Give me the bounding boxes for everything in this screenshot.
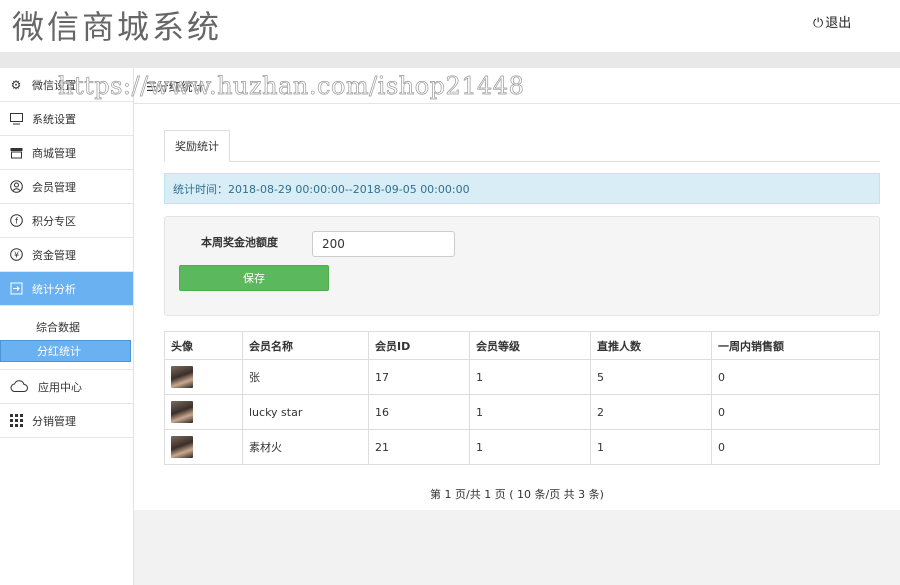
sidebar: ⚙ 微信设置 系统设置 商城管理 会员管理 f 积分专区 ¥ 资金管理 统计分析… — [0, 68, 134, 585]
member-id: 21 — [368, 429, 470, 465]
member-id: 16 — [368, 394, 470, 430]
table-row: 张 17 1 5 0 — [164, 359, 880, 395]
member-table: 头像 会员名称 会员ID 会员等级 直推人数 一周内销售额 张 17 1 5 0… — [164, 331, 880, 465]
sidebar-subitem-label: 综合数据 — [36, 321, 80, 334]
direct-referrals: 1 — [590, 429, 712, 465]
sidebar-item-app-center[interactable]: 应用中心 — [0, 370, 133, 404]
member-name: lucky star — [242, 394, 369, 430]
user-circle-icon — [9, 180, 23, 194]
yen-icon: ¥ — [9, 248, 23, 262]
sidebar-item-label: 系统设置 — [32, 112, 76, 126]
svg-text:f: f — [15, 217, 18, 226]
stat-time-alert: 统计时间：2018-08-29 00:00:00--2018-09-05 00:… — [164, 173, 880, 204]
weekly-sales: 0 — [711, 394, 880, 430]
sidebar-item-label: 微信设置 — [32, 78, 76, 92]
export-icon — [9, 282, 23, 296]
member-level: 1 — [469, 429, 591, 465]
logout-label: 退出 — [825, 16, 852, 31]
member-name: 素材火 — [242, 429, 369, 465]
member-id: 17 — [368, 359, 470, 395]
column-header: 会员名称 — [242, 331, 369, 360]
weekly-sales: 0 — [711, 429, 880, 465]
logout-button[interactable]: ⏻ 退出 — [813, 12, 851, 31]
tab-label: 奖励统计 — [175, 140, 219, 153]
svg-text:¥: ¥ — [13, 251, 18, 260]
column-header: 会员ID — [368, 331, 470, 360]
avatar — [171, 366, 193, 388]
breadcrumb-divider — [134, 103, 900, 104]
member-level: 1 — [469, 359, 591, 395]
monitor-icon — [9, 112, 23, 126]
store-icon — [9, 146, 23, 160]
member-level: 1 — [469, 394, 591, 430]
menu-icon: ☰ — [146, 80, 157, 94]
bonus-pool-form: 本周奖金池额度 200 保存 — [164, 216, 880, 316]
sidebar-item-fund-management[interactable]: ¥ 资金管理 — [0, 238, 133, 272]
bonus-pool-label: 本周奖金池额度 — [201, 236, 278, 249]
sidebar-item-label: 分销管理 — [32, 414, 76, 428]
top-header: 微信商城系统 ⏻ 退出 — [0, 0, 900, 52]
sidebar-item-distribution-management[interactable]: 分销管理 — [0, 404, 133, 438]
header-divider — [0, 52, 900, 68]
bonus-pool-input[interactable]: 200 — [312, 231, 455, 257]
sidebar-item-label: 应用中心 — [38, 380, 82, 394]
tab-bar: 奖励统计 — [164, 130, 880, 162]
column-header: 头像 — [164, 331, 243, 360]
table-row: lucky star 16 1 2 0 — [164, 394, 880, 430]
cloud-icon — [9, 380, 29, 394]
sidebar-subitem-dividend[interactable]: 分红统计 — [0, 340, 131, 362]
coin-icon: f — [9, 214, 23, 228]
sidebar-item-statistics[interactable]: 统计分析 — [0, 272, 133, 306]
gear-icon: ⚙ — [10, 77, 22, 92]
sidebar-item-member-management[interactable]: 会员管理 — [0, 170, 133, 204]
table-row: 素材火 21 1 1 0 — [164, 429, 880, 465]
sidebar-item-label: 会员管理 — [32, 180, 76, 194]
column-header: 一周内销售额 — [711, 331, 880, 360]
sidebar-item-wechat-settings[interactable]: ⚙ 微信设置 — [0, 68, 133, 102]
breadcrumb-label: 分红统计 — [156, 80, 205, 94]
brand-title: 微信商城系统 — [12, 8, 223, 46]
breadcrumb: ☰分红统计 — [146, 78, 205, 95]
avatar — [171, 401, 193, 423]
sidebar-item-points-zone[interactable]: f 积分专区 — [0, 204, 133, 238]
sidebar-item-label: 资金管理 — [32, 248, 76, 262]
grid-icon — [9, 414, 23, 428]
pagination-info: 第 1 页/共 1 页 ( 10 条/页 共 3 条) — [430, 488, 604, 501]
direct-referrals: 5 — [590, 359, 712, 395]
sidebar-item-system-settings[interactable]: 系统设置 — [0, 102, 133, 136]
sidebar-item-label: 积分专区 — [32, 214, 76, 228]
sidebar-item-mall-management[interactable]: 商城管理 — [0, 136, 133, 170]
content-footer-area — [134, 510, 900, 585]
column-header: 直推人数 — [590, 331, 712, 360]
avatar — [171, 436, 193, 458]
save-button[interactable]: 保存 — [179, 265, 329, 291]
column-header: 会员等级 — [469, 331, 591, 360]
table-header-row: 头像 会员名称 会员ID 会员等级 直推人数 一周内销售额 — [164, 331, 880, 360]
sidebar-item-label: 商城管理 — [32, 146, 76, 160]
member-name: 张 — [242, 359, 369, 395]
tab-reward-statistics[interactable]: 奖励统计 — [164, 130, 230, 162]
sidebar-divider — [0, 362, 133, 370]
power-icon: ⏻ — [813, 16, 824, 31]
sidebar-subitem-overview[interactable]: 综合数据 — [0, 316, 133, 338]
sidebar-item-label: 统计分析 — [32, 282, 76, 296]
main-content: ☰分红统计 奖励统计 统计时间：2018-08-29 00:00:00--201… — [134, 68, 900, 510]
direct-referrals: 2 — [590, 394, 712, 430]
sidebar-subitem-label: 分红统计 — [37, 345, 81, 358]
weekly-sales: 0 — [711, 359, 880, 395]
